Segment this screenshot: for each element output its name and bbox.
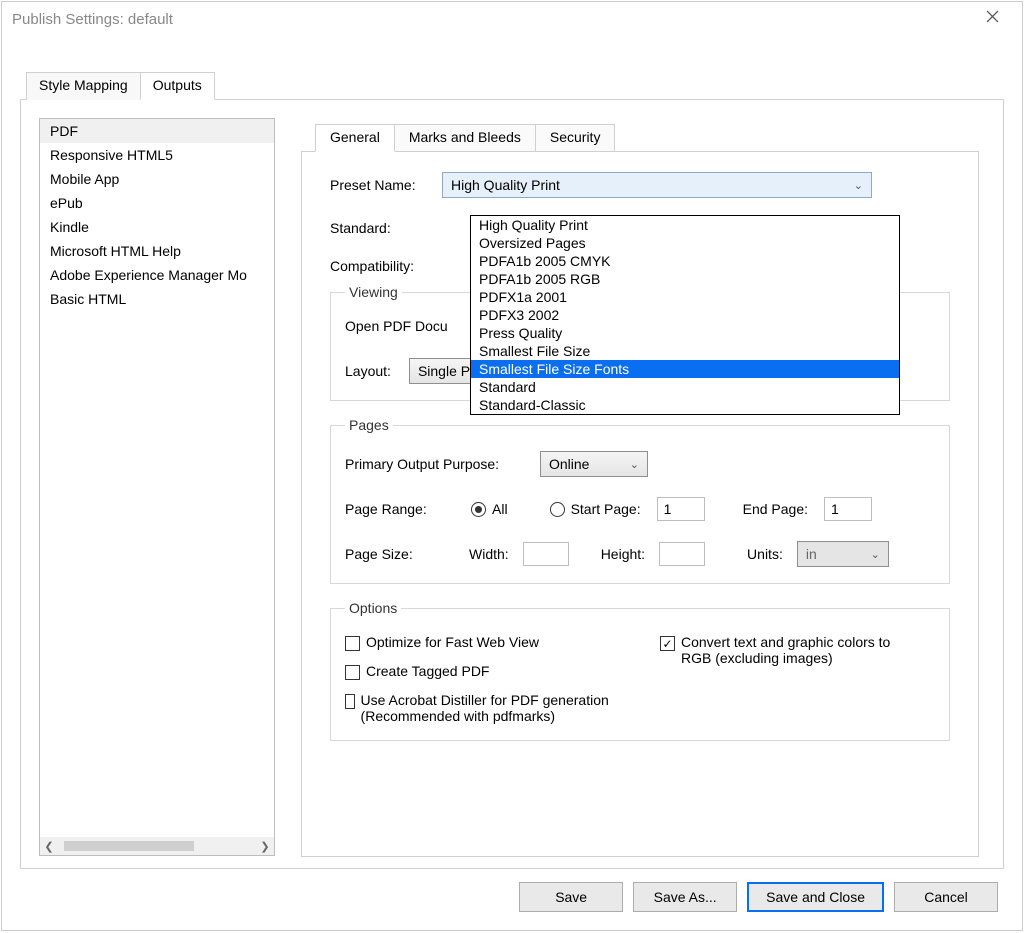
distiller-checkbox[interactable]: Use Acrobat Distiller for PDF generation… [345, 692, 620, 724]
chevron-down-icon: ⌄ [630, 458, 639, 471]
compatibility-label: Compatibility: [330, 258, 442, 274]
subtab-general[interactable]: General [315, 124, 395, 152]
sidebar-item-epub[interactable]: ePub [40, 191, 274, 215]
height-label: Height: [601, 546, 645, 562]
sidebar-item-basic-html[interactable]: Basic HTML [40, 287, 274, 311]
pages-legend: Pages [345, 417, 393, 433]
end-page-input[interactable] [824, 497, 872, 521]
units-label: Units: [747, 546, 783, 562]
scroll-thumb[interactable] [64, 841, 194, 851]
subtab-marks-bleeds[interactable]: Marks and Bleeds [394, 124, 536, 152]
tab-style-mapping[interactable]: Style Mapping [26, 72, 141, 100]
page-range-all-radio[interactable]: All [471, 501, 508, 517]
chevron-down-icon: ⌄ [854, 179, 863, 192]
page-size-label: Page Size: [345, 546, 455, 562]
primary-output-label: Primary Output Purpose: [345, 456, 520, 472]
tab-outputs[interactable]: Outputs [140, 72, 215, 100]
subtab-security[interactable]: Security [535, 124, 616, 152]
width-label: Width: [469, 546, 509, 562]
page-range-label: Page Range: [345, 501, 455, 517]
preset-option[interactable]: PDFA1b 2005 RGB [471, 270, 899, 288]
preset-option[interactable]: High Quality Print [471, 216, 899, 234]
tagged-pdf-checkbox[interactable]: Create Tagged PDF [345, 663, 489, 680]
open-pdf-label: Open PDF Docu [345, 318, 448, 334]
preset-option[interactable]: Press Quality [471, 324, 899, 342]
save-as-button[interactable]: Save As... [633, 882, 737, 912]
sidebar-item-adobe-experience-manager-mo[interactable]: Adobe Experience Manager Mo [40, 263, 274, 287]
cancel-button[interactable]: Cancel [894, 882, 998, 912]
viewing-legend: Viewing [345, 284, 402, 300]
preset-name-combo[interactable]: High Quality Print ⌄ [442, 172, 872, 198]
preset-name-dropdown[interactable]: High Quality PrintOversized PagesPDFA1b … [470, 215, 900, 415]
sidebar-scrollbar[interactable]: ❮ ❯ [40, 837, 274, 855]
standard-label: Standard: [330, 220, 442, 236]
end-page-label: End Page: [743, 501, 808, 517]
units-select[interactable]: in ⌄ [797, 541, 889, 567]
scroll-right-icon[interactable]: ❯ [256, 840, 274, 853]
preset-option[interactable]: Smallest File Size Fonts [471, 360, 899, 378]
options-group: Options Optimize for Fast Web View Creat… [330, 600, 950, 741]
preset-option[interactable]: PDFA1b 2005 CMYK [471, 252, 899, 270]
preset-name-value: High Quality Print [451, 177, 560, 193]
save-and-close-button[interactable]: Save and Close [747, 882, 884, 912]
preset-option[interactable]: Standard [471, 378, 899, 396]
pages-group: Pages Primary Output Purpose: Online ⌄ P… [330, 417, 950, 584]
sidebar-item-responsive-html5[interactable]: Responsive HTML5 [40, 143, 274, 167]
sidebar-item-mobile-app[interactable]: Mobile App [40, 167, 274, 191]
preset-option[interactable]: Standard-Classic [471, 396, 899, 414]
layout-label: Layout: [345, 363, 391, 379]
preset-option[interactable]: Oversized Pages [471, 234, 899, 252]
primary-output-select[interactable]: Online ⌄ [540, 451, 648, 477]
window-title: Publish Settings: default [12, 11, 972, 28]
sidebar-item-microsoft-html-help[interactable]: Microsoft HTML Help [40, 239, 274, 263]
page-range-start-radio[interactable]: Start Page: [550, 501, 641, 517]
preset-option[interactable]: Smallest File Size [471, 342, 899, 360]
start-page-input[interactable] [657, 497, 705, 521]
sidebar-item-kindle[interactable]: Kindle [40, 215, 274, 239]
height-input[interactable] [659, 542, 705, 566]
width-input[interactable] [523, 542, 569, 566]
preset-name-label: Preset Name: [330, 177, 442, 193]
preset-option[interactable]: PDFX3 2002 [471, 306, 899, 324]
preset-option[interactable]: PDFX1a 2001 [471, 288, 899, 306]
save-button[interactable]: Save [519, 882, 623, 912]
convert-rgb-checkbox[interactable]: Convert text and graphic colors to RGB (… [660, 634, 911, 666]
optimize-checkbox[interactable]: Optimize for Fast Web View [345, 634, 539, 651]
sidebar-item-pdf[interactable]: PDF [40, 119, 274, 143]
close-icon[interactable] [972, 10, 1012, 28]
scroll-left-icon[interactable]: ❮ [40, 840, 58, 853]
chevron-down-icon: ⌄ [871, 548, 880, 561]
outputs-sidebar: PDFResponsive HTML5Mobile AppePubKindleM… [39, 118, 275, 856]
options-legend: Options [345, 600, 401, 616]
